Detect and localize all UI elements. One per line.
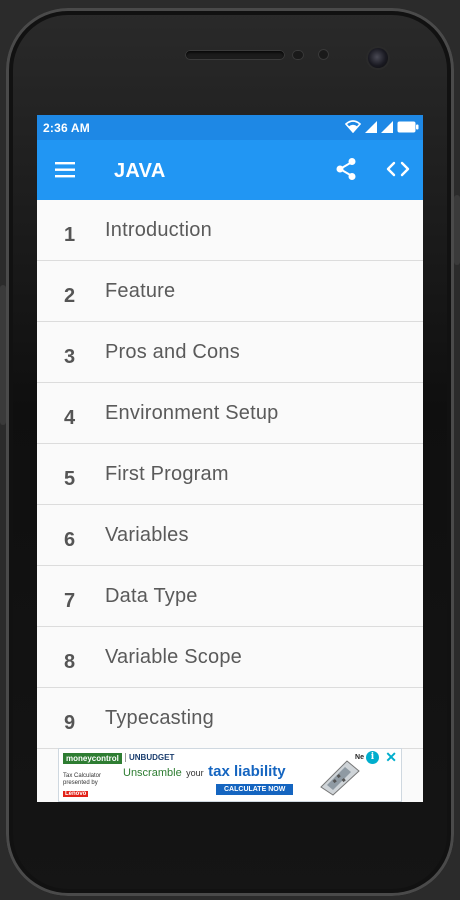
list-item[interactable]: 5 First Program [37, 444, 423, 505]
app-toolbar: JAVA [37, 140, 423, 200]
status-bar: 2:36 AM [37, 115, 423, 140]
ad-info-icon[interactable]: i [366, 751, 379, 764]
list-item[interactable]: 1 Introduction [37, 200, 423, 261]
ad-campaign-name: UNBUDGET [125, 753, 174, 762]
item-label: First Program [105, 463, 229, 485]
ad-brand-logo: moneycontrol [63, 753, 122, 764]
ad-headline-part: your [186, 768, 204, 778]
item-number: 1 [64, 224, 76, 246]
item-label: Environment Setup [105, 402, 279, 424]
ad-sponsor-logo: Lenovo [63, 791, 89, 797]
list-item[interactable]: 3 Pros and Cons [37, 322, 423, 383]
menu-button[interactable] [55, 160, 77, 180]
proximity-sensor [292, 50, 304, 60]
item-label: Data Type [105, 585, 198, 607]
list-item[interactable]: 4 Environment Setup [37, 383, 423, 444]
signal-icon [365, 120, 377, 133]
ad-headline: Unscramble your tax liability [123, 763, 286, 781]
wifi-icon [345, 120, 361, 133]
list-item[interactable]: 2 Feature [37, 261, 423, 322]
phone-screen: 2:36 AM JAVA 1 Introduction 2 Feature 3 … [37, 115, 423, 802]
light-sensor [318, 49, 329, 60]
battery-icon [397, 121, 419, 132]
list-item[interactable]: 8 Variable Scope [37, 627, 423, 688]
item-label: Variable Scope [105, 646, 242, 668]
ad-ne-text: Ne [355, 754, 364, 761]
power-button [454, 195, 460, 265]
item-number: 9 [64, 712, 76, 734]
topic-list: 1 Introduction 2 Feature 3 Pros and Cons… [37, 200, 423, 749]
calculator-icon [320, 760, 360, 796]
item-number: 4 [64, 407, 76, 429]
app-title: JAVA [114, 160, 166, 182]
ad-headline-part: tax liability [208, 763, 286, 780]
signal-icon [381, 120, 393, 133]
code-button[interactable] [385, 158, 411, 180]
list-item[interactable]: 6 Variables [37, 505, 423, 566]
item-number: 6 [64, 529, 76, 551]
item-number: 7 [64, 590, 76, 612]
ad-close-icon[interactable]: ✕ [385, 750, 397, 764]
item-number: 5 [64, 468, 76, 490]
item-label: Feature [105, 280, 176, 302]
item-label: Variables [105, 524, 189, 546]
front-camera [368, 48, 388, 68]
share-button[interactable] [333, 156, 359, 182]
ad-cta-button[interactable]: CALCULATE NOW [216, 784, 294, 795]
earpiece-speaker [185, 50, 285, 60]
ad-headline-part: Unscramble [123, 767, 182, 779]
item-label: Typecasting [105, 707, 214, 729]
share-icon [336, 158, 356, 180]
code-icon [386, 161, 410, 177]
menu-icon [55, 162, 75, 178]
list-item[interactable]: 9 Typecasting [37, 688, 423, 749]
item-label: Pros and Cons [105, 341, 240, 363]
item-number: 8 [64, 651, 76, 673]
status-time: 2:36 AM [43, 121, 90, 135]
list-item[interactable]: 7 Data Type [37, 566, 423, 627]
item-number: 3 [64, 346, 76, 368]
volume-button [0, 285, 6, 425]
item-number: 2 [64, 285, 76, 307]
status-icons [345, 120, 419, 133]
ad-banner[interactable]: moneycontrol UNBUDGET Tax Calculator pre… [58, 748, 402, 802]
ad-subtext: Tax Calculator presented by [63, 773, 102, 786]
item-label: Introduction [105, 219, 212, 241]
